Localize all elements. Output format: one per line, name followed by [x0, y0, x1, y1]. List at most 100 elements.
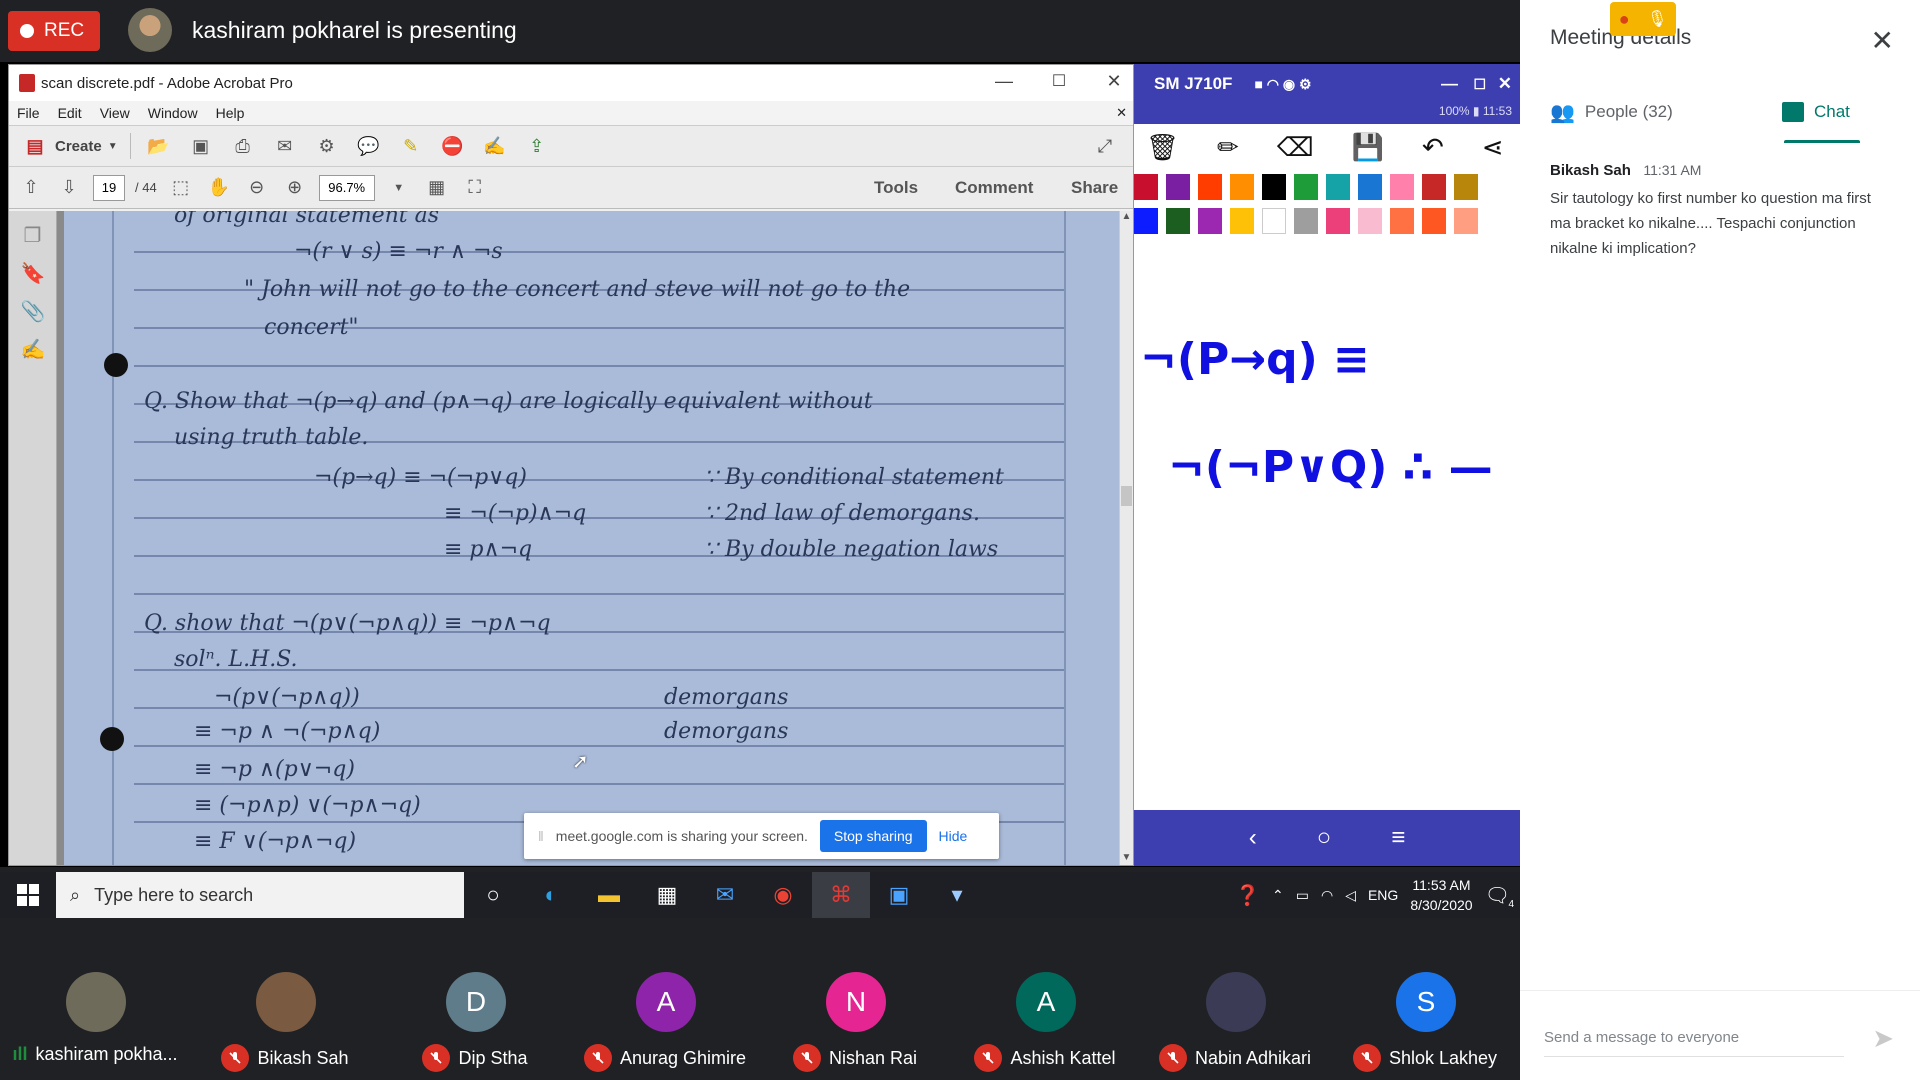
acrobat-icon[interactable]: ⌘ — [812, 872, 870, 918]
stop-sharing-button[interactable]: Stop sharing — [819, 820, 927, 852]
email-icon[interactable]: ✉ — [271, 133, 299, 159]
settings-icon[interactable]: ⚙ — [313, 133, 341, 159]
maximize-icon[interactable]: ☐ — [1473, 76, 1486, 93]
send-icon[interactable]: ➤ — [1872, 1023, 1894, 1054]
export-icon[interactable]: ⇪ — [523, 133, 551, 159]
participant-tile[interactable]: S Shlok Lakhey — [1330, 920, 1520, 1080]
color-swatch[interactable] — [1390, 208, 1414, 234]
signature-icon[interactable]: ✍ — [21, 337, 46, 363]
color-swatch[interactable] — [1326, 208, 1350, 234]
close-document-icon[interactable]: ✕ — [1116, 105, 1127, 121]
chevron-up-icon[interactable]: ⌃ — [1272, 887, 1284, 904]
maximize-icon[interactable]: ☐ — [1044, 71, 1074, 91]
fit-width-icon[interactable]: ⛶ — [461, 175, 489, 201]
store-icon[interactable]: ▦ — [638, 872, 696, 918]
cortana-icon[interactable]: ○ — [464, 872, 522, 918]
help-icon[interactable]: ❓ — [1235, 883, 1260, 908]
tools-link[interactable]: Tools — [874, 178, 918, 198]
message-input[interactable]: Send a message to everyone — [1544, 1029, 1844, 1057]
attachment-icon[interactable]: 📎 — [21, 299, 46, 325]
participant-tile[interactable]: A Ashish Kattel — [950, 920, 1140, 1080]
windows-start-icon[interactable] — [0, 872, 56, 918]
battery-icon[interactable]: ▭ — [1296, 887, 1309, 904]
open-folder-icon[interactable]: 📂 — [145, 133, 173, 159]
participant-tile[interactable]: D Dip Stha — [380, 920, 570, 1080]
language-indicator[interactable]: ENG — [1368, 887, 1398, 903]
bookmark-icon[interactable]: 🔖 — [21, 261, 46, 287]
secure-icon[interactable]: ⛔ — [439, 133, 467, 159]
fullscreen-icon[interactable]: ⤢ — [1091, 133, 1119, 159]
scroll-up-icon[interactable]: ▲ — [1120, 211, 1133, 222]
zoom-dropdown-icon[interactable]: ▼ — [385, 175, 413, 201]
color-swatch[interactable] — [1198, 174, 1222, 200]
create-button[interactable]: ▤ Create ▼ — [21, 133, 131, 159]
tab-chat[interactable]: Chat — [1782, 80, 1850, 144]
menu-window[interactable]: Window — [148, 105, 198, 121]
close-icon[interactable]: ✕ — [1498, 74, 1512, 94]
mirror-app-icon[interactable]: ▾ — [928, 872, 986, 918]
color-swatch[interactable] — [1358, 208, 1382, 234]
hand-tool-icon[interactable]: ✋ — [205, 175, 233, 201]
notifications-icon[interactable]: 🗨 4 — [1485, 883, 1514, 910]
chrome-icon[interactable]: ◉ — [754, 872, 812, 918]
participant-tile[interactable]: ıll kashiram pokha... — [0, 920, 190, 1080]
select-tool-icon[interactable]: ⬚ — [167, 175, 195, 201]
previous-page-icon[interactable]: ⇧ — [17, 175, 45, 201]
participant-tile[interactable]: Nabin Adhikari — [1140, 920, 1330, 1080]
page-number-input[interactable]: 19 — [93, 174, 125, 201]
minimize-icon[interactable]: — — [989, 71, 1019, 92]
wifi-icon[interactable]: ◠ — [1321, 887, 1333, 904]
close-panel-icon[interactable]: ✕ — [1871, 24, 1894, 57]
app-window-icon[interactable]: ▣ — [870, 872, 928, 918]
mail-icon[interactable]: ✉ — [696, 872, 754, 918]
drag-handle-icon[interactable]: ‖ — [538, 828, 544, 844]
tab-people[interactable]: 👥 People (32) — [1550, 80, 1673, 144]
save-icon[interactable]: ▣ — [187, 133, 215, 159]
color-swatch[interactable] — [1262, 208, 1286, 234]
volume-icon[interactable]: ◁ — [1345, 887, 1356, 904]
color-swatch[interactable] — [1454, 208, 1478, 234]
highlight-icon[interactable]: ✎ — [397, 133, 425, 159]
pages-icon[interactable]: ❐ — [21, 223, 45, 249]
share-link[interactable]: Share — [1071, 178, 1118, 198]
color-swatch[interactable] — [1454, 174, 1478, 200]
color-swatch[interactable] — [1134, 174, 1158, 200]
menu-view[interactable]: View — [100, 105, 130, 121]
edge-icon[interactable]: ◐ — [522, 872, 580, 918]
color-swatch[interactable] — [1326, 174, 1350, 200]
color-swatch[interactable] — [1294, 208, 1318, 234]
color-swatch[interactable] — [1422, 208, 1446, 234]
hide-button[interactable]: Hide — [939, 828, 968, 844]
color-swatch[interactable] — [1262, 174, 1286, 200]
pen-icon[interactable]: ✏ — [1217, 132, 1239, 163]
comment-bubble-icon[interactable]: 💬 — [355, 133, 383, 159]
color-swatch[interactable] — [1422, 174, 1446, 200]
color-swatch[interactable] — [1134, 208, 1158, 234]
close-icon[interactable]: ✕ — [1099, 71, 1129, 92]
participant-tile[interactable]: Bikash Sah — [190, 920, 380, 1080]
recents-icon[interactable]: ≡ — [1391, 824, 1405, 852]
color-swatch[interactable] — [1166, 208, 1190, 234]
menu-edit[interactable]: Edit — [58, 105, 82, 121]
participant-tile[interactable]: A Anurag Ghimire — [570, 920, 760, 1080]
color-swatch[interactable] — [1230, 208, 1254, 234]
menu-help[interactable]: Help — [216, 105, 245, 121]
save-icon[interactable]: 💾 — [1352, 132, 1384, 163]
minimize-icon[interactable]: — — [1441, 74, 1458, 94]
clock[interactable]: 11:53 AM 8/30/2020 — [1410, 875, 1472, 915]
back-icon[interactable]: ‹ — [1249, 824, 1257, 852]
share-icon[interactable]: ⋖ — [1482, 132, 1504, 163]
color-swatch[interactable] — [1166, 174, 1190, 200]
zoom-level-input[interactable]: 96.7% — [318, 174, 375, 201]
sign-icon[interactable]: ✍ — [481, 133, 509, 159]
print-icon[interactable]: ⎙ — [229, 133, 257, 159]
zoom-out-icon[interactable]: ⊖ — [243, 175, 271, 201]
file-explorer-icon[interactable]: ▬ — [580, 872, 638, 918]
home-icon[interactable]: ○ — [1317, 824, 1332, 852]
color-swatch[interactable] — [1198, 208, 1222, 234]
scroll-down-icon[interactable]: ▼ — [1120, 852, 1133, 863]
undo-icon[interactable]: ↶ — [1422, 132, 1444, 163]
color-swatch[interactable] — [1294, 174, 1318, 200]
participant-tile[interactable]: N Nishan Rai — [760, 920, 950, 1080]
whiteboard-canvas[interactable]: ¬(P→q) ≡ ¬(¬P∨Q) ∴ — — [1134, 264, 1520, 812]
